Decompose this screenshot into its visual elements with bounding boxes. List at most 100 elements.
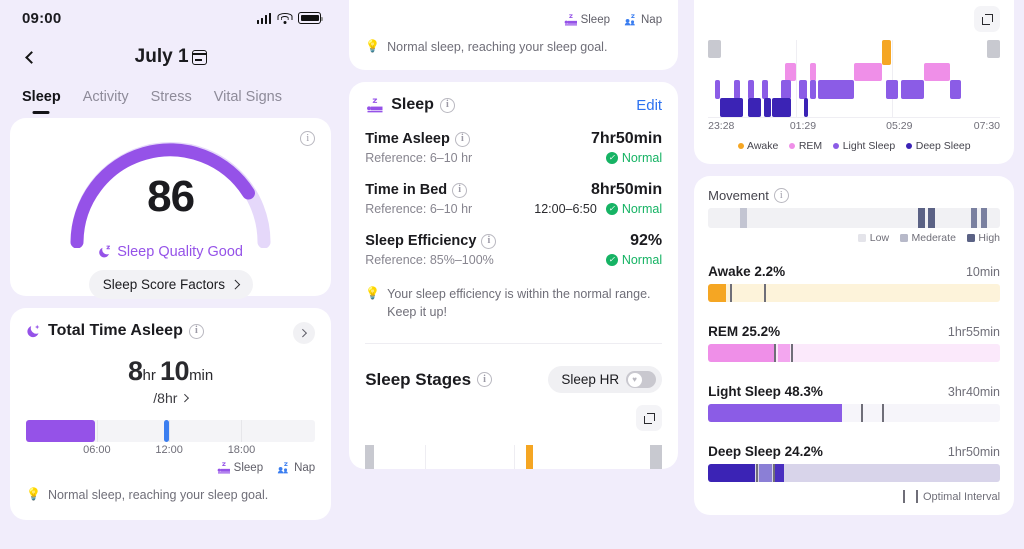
movement-segment bbox=[970, 208, 977, 228]
chevron-right-icon bbox=[299, 329, 308, 337]
movement-segment bbox=[740, 208, 747, 228]
hypnogram-chart[interactable] bbox=[708, 40, 1001, 118]
sleep-score-factors-button[interactable]: Sleep Score Factors bbox=[88, 270, 253, 299]
sleep-stages-header: Sleep Stages i Sleep HR ♥ bbox=[365, 366, 663, 394]
legend-dot-awake bbox=[737, 143, 744, 149]
info-icon[interactable]: i bbox=[439, 97, 455, 113]
optimal-marker bbox=[881, 404, 884, 422]
check-circle-icon: ✓ bbox=[605, 152, 618, 165]
mid-clipped-axis bbox=[365, 4, 662, 14]
mini-chart-edge-right bbox=[650, 445, 663, 470]
sleep-score-value: 86 bbox=[147, 172, 195, 221]
metric-value: 8hr50min bbox=[590, 181, 663, 199]
stage-bar-rem[interactable] bbox=[708, 344, 1001, 362]
edit-button[interactable]: Edit bbox=[636, 97, 662, 114]
info-icon[interactable]: i bbox=[452, 182, 468, 198]
total-time-asleep-detail-button[interactable] bbox=[293, 322, 316, 344]
battery-icon bbox=[298, 12, 324, 24]
toggle-switch[interactable]: ♥ bbox=[626, 371, 657, 389]
calendar-icon[interactable] bbox=[191, 49, 207, 65]
stage-duration: 1hr55min bbox=[947, 325, 1001, 339]
hypnogram-light-segment bbox=[714, 80, 721, 99]
optimal-interval-icon bbox=[902, 490, 918, 503]
status-badge: 12:00–6:50 ✓ Normal bbox=[534, 202, 662, 216]
timeline-legend: Sleep Nap bbox=[26, 462, 315, 474]
hypnogram-deep-segment bbox=[772, 98, 792, 117]
legend-swatch-moderate bbox=[900, 234, 909, 242]
info-icon[interactable]: i bbox=[773, 188, 789, 203]
legend-item-low: Low bbox=[858, 232, 889, 244]
tab-stress[interactable]: Stress bbox=[151, 89, 192, 114]
tab-vital-signs[interactable]: Vital Signs bbox=[214, 89, 282, 114]
metric-time-asleep: Time Asleep i 7hr50min Reference: 6–10 h… bbox=[365, 130, 662, 165]
metric-time-in-bed: Time in Bed i 8hr50min Reference: 6–10 h… bbox=[365, 181, 662, 216]
stage-bar-light-sleep[interactable] bbox=[708, 404, 1001, 422]
stage-name: REM 25.2% bbox=[708, 324, 781, 339]
back-button[interactable] bbox=[18, 44, 44, 70]
status-badge: ✓ Normal bbox=[605, 253, 662, 267]
sleep-hr-toggle[interactable]: Sleep HR ♥ bbox=[548, 366, 663, 394]
hypnogram-light-segment bbox=[817, 80, 855, 99]
info-icon[interactable]: i bbox=[300, 131, 316, 146]
hypnogram-rem-segment bbox=[810, 63, 816, 81]
stage-block-light-sleep: Light Sleep 48.3% 3hr40min bbox=[708, 384, 1001, 422]
status-text: Normal bbox=[621, 202, 663, 217]
tab-activity[interactable]: Activity bbox=[83, 89, 129, 114]
stage-fill bbox=[708, 284, 726, 302]
stage-bar-awake[interactable] bbox=[708, 284, 1001, 302]
sleep-stages-mini-chart[interactable] bbox=[365, 445, 663, 470]
mid-sleep-tip-text: Normal sleep, reaching your sleep goal. bbox=[387, 40, 608, 54]
axis-tick-1800: 18:00 bbox=[227, 444, 256, 456]
sleep-goal-button[interactable]: /8hr bbox=[26, 390, 315, 406]
sleep-stages-title-group: Sleep Stages i bbox=[365, 369, 493, 390]
info-icon[interactable]: i bbox=[477, 372, 493, 388]
axis-tick-1200: 12:00 bbox=[155, 444, 183, 456]
info-icon[interactable]: i bbox=[481, 233, 497, 249]
hypnogram-card: 23:28 01:29 05:29 07:30 Awake REM Light … bbox=[694, 0, 1015, 164]
metric-reference: Reference: 6–10 hr bbox=[365, 151, 473, 166]
status-text: Normal bbox=[621, 151, 663, 166]
total-time-asleep-card: Total Time Asleep i 8hr 10min /8hr 06:00… bbox=[10, 308, 332, 521]
left-column: 09:00 July 1 Sleep Activity Stress Vital… bbox=[0, 0, 341, 549]
sleep-timeline-axis: 06:00 12:00 18:00 bbox=[26, 444, 315, 460]
info-icon[interactable]: i bbox=[454, 131, 470, 147]
lightbulb-icon: 💡 bbox=[26, 487, 41, 501]
stage-duration: 10min bbox=[965, 265, 1001, 279]
tab-bar: Sleep Activity Stress Vital Signs bbox=[0, 78, 341, 118]
legend-label-sleep: Sleep bbox=[233, 462, 264, 474]
expand-button[interactable] bbox=[974, 6, 1001, 32]
axis-tick-0600: 06:00 bbox=[83, 444, 111, 456]
hypnogram-axis: 23:28 01:29 05:29 07:30 bbox=[708, 120, 1000, 135]
legend-label-awake: Awake bbox=[747, 140, 779, 152]
info-icon[interactable]: i bbox=[188, 323, 204, 339]
divider bbox=[365, 343, 663, 345]
hypnogram-rem-segment bbox=[854, 63, 882, 81]
tab-sleep[interactable]: Sleep bbox=[22, 89, 61, 114]
legend-label-sleep: Sleep bbox=[580, 14, 610, 26]
sleep-score-factors-label: Sleep Score Factors bbox=[102, 277, 225, 292]
sleep-hr-label: Sleep HR bbox=[561, 372, 620, 388]
middle-column: Sleep Nap 💡 Normal sleep, reaching your … bbox=[341, 0, 686, 549]
stage-bar-deep-sleep[interactable] bbox=[708, 464, 1001, 482]
hypnogram-light-segment bbox=[734, 80, 741, 99]
moon-icon bbox=[27, 324, 40, 338]
metric-value: 7hr50min bbox=[590, 130, 663, 148]
expand-button[interactable] bbox=[636, 405, 663, 432]
legend-label-nap: Nap bbox=[294, 462, 316, 474]
metric-range: 12:00–6:50 bbox=[534, 202, 597, 217]
nap-icon bbox=[624, 14, 635, 26]
sleep-timeline-track[interactable] bbox=[26, 420, 316, 442]
sleep-stages-title: Sleep Stages bbox=[365, 369, 472, 389]
metric-label: Time Asleep i bbox=[365, 131, 470, 147]
hypnogram-deep-segment bbox=[763, 98, 771, 117]
legend-label-low: Low bbox=[869, 232, 890, 244]
chevron-left-icon bbox=[24, 50, 38, 64]
total-time-asleep-header: Total Time Asleep i bbox=[26, 322, 315, 340]
hypnogram-legend: Awake REM Light Sleep Deep Sleep bbox=[708, 140, 1000, 152]
movement-bar[interactable] bbox=[708, 208, 1001, 228]
lightbulb-icon: 💡 bbox=[365, 39, 381, 53]
mini-chart-awake-bar bbox=[525, 445, 534, 470]
legend-item-nap: Nap bbox=[277, 462, 315, 474]
sleep-bed-icon bbox=[564, 14, 577, 26]
metric-label: Sleep Efficiency i bbox=[365, 233, 497, 249]
